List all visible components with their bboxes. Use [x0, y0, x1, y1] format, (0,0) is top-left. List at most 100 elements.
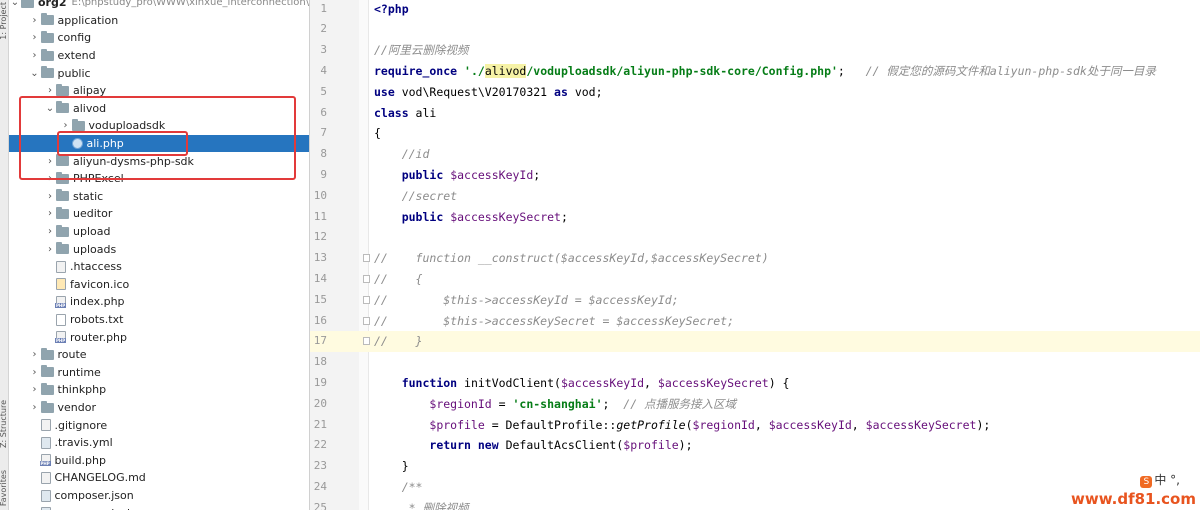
tree-folder-upload[interactable]: › upload [9, 223, 309, 241]
code-token: // $this->accessKeyId = $accessKeyId; [374, 292, 679, 307]
tree-file-favicon-ico[interactable]: favicon.ico [9, 276, 309, 294]
code-line[interactable]: /** [374, 477, 423, 498]
fold-marker-icon[interactable] [363, 316, 370, 325]
code-token: , [851, 417, 866, 432]
chevron-right-icon[interactable]: › [29, 367, 41, 378]
chevron-right-icon[interactable]: › [44, 244, 56, 255]
tree-item-label: .htaccess [70, 260, 122, 274]
tree-folder-voduploadsdk[interactable]: › voduploadsdk [9, 117, 309, 135]
watermark: www.df81.com [1071, 490, 1196, 508]
tree-folder-vendor[interactable]: › vendor [9, 399, 309, 417]
tree-file-index-php[interactable]: index.php [9, 293, 309, 311]
code-line[interactable]: public $accessKeySecret; [374, 207, 568, 228]
line-number: 11 [313, 209, 327, 223]
code-line[interactable]: // } [374, 331, 422, 352]
code-line[interactable]: } [374, 456, 409, 477]
tree-folder-public[interactable]: ⌄ public [9, 64, 309, 82]
tree-file-robots-txt[interactable]: robots.txt [9, 311, 309, 329]
tree-root[interactable]: ⌄ org2 E:\phpstudy_pro\WWW\xinxue_interc… [9, 0, 310, 12]
project-tool-tab[interactable]: 1: Project [0, 2, 8, 40]
fold-marker-icon[interactable] [363, 295, 370, 304]
tree-file-router-php[interactable]: router.php [9, 328, 309, 346]
code-line[interactable]: // function __construct($accessKeyId,$ac… [374, 248, 769, 269]
tree-folder-phpexcel[interactable]: › PHPExcel [9, 170, 309, 188]
chevron-down-icon[interactable]: ⌄ [44, 103, 56, 114]
fold-marker-icon[interactable] [363, 274, 370, 283]
chevron-right-icon[interactable]: › [44, 156, 56, 167]
chevron-right-icon[interactable]: › [44, 191, 56, 202]
structure-tool-tab[interactable]: Z: Structure [0, 400, 8, 448]
chevron-right-icon[interactable]: › [29, 349, 41, 360]
code-line[interactable]: public $accessKeyId; [374, 165, 541, 186]
fold-marker-icon[interactable] [363, 254, 370, 263]
line-number: 15 [313, 292, 327, 306]
code-line[interactable]: //阿里云删除视频 [374, 40, 468, 61]
chevron-right-icon[interactable]: › [60, 120, 72, 131]
tree-file-changelog-md[interactable]: CHANGELOG.md [9, 469, 309, 487]
tree-file-composer-json[interactable]: composer.json [9, 487, 309, 505]
file-icon [40, 471, 51, 484]
tree-folder-aliyun-dysms-php-sdk[interactable]: › aliyun-dysms-php-sdk [9, 152, 309, 170]
code-token: * 删除视频 [408, 500, 469, 510]
code-token: // $this->accessKeySecret = $accessKeySe… [374, 313, 735, 328]
code-token: ( [685, 417, 693, 432]
code-line[interactable]: $regionId = 'cn-shanghai'; // 点播服务接入区域 [374, 394, 736, 415]
tree-item-label: vendor [57, 401, 96, 415]
chevron-down-icon[interactable]: ⌄ [29, 68, 41, 79]
favorites-tool-tab[interactable]: Favorites [0, 470, 8, 506]
code-line[interactable]: //id [374, 144, 430, 165]
code-line[interactable]: // { [374, 269, 422, 290]
code-line[interactable]: $profile = DefaultProfile::getProfile($r… [374, 415, 990, 436]
tree-file--gitignore[interactable]: .gitignore [9, 416, 309, 434]
tree-file-composer-lock[interactable]: composer.lock [9, 504, 309, 510]
tree-folder-uploads[interactable]: › uploads [9, 240, 309, 258]
code-line[interactable]: // $this->accessKeySecret = $accessKeySe… [374, 311, 734, 332]
chevron-right-icon[interactable]: › [44, 85, 56, 96]
tree-file--travis-yml[interactable]: .travis.yml [9, 434, 309, 452]
tool-window-strip: 1: Project Z: Structure Favorites [0, 0, 9, 510]
tree-file-build-php[interactable]: build.php [9, 452, 309, 470]
chevron-right-icon[interactable]: › [29, 384, 41, 395]
tree-folder-runtime[interactable]: › runtime [9, 364, 309, 382]
line-number: 24 [313, 479, 327, 493]
code-line[interactable]: { [374, 123, 381, 144]
chevron-right-icon[interactable]: › [29, 50, 41, 61]
code-line[interactable]: function initVodClient($accessKeyId, $ac… [374, 373, 790, 394]
folder-icon [56, 189, 69, 202]
code-line[interactable]: require_once './alivod/voduploadsdk/aliy… [374, 61, 1156, 82]
chevron-down-icon[interactable]: ⌄ [9, 0, 21, 8]
code-line[interactable]: use vod\Request\V20170321 as vod; [374, 82, 603, 103]
chevron-right-icon[interactable]: › [44, 226, 56, 237]
code-line[interactable]: // $this->accessKeyId = $accessKeyId; [374, 290, 679, 311]
code-line[interactable]: * 删除视频 [374, 498, 469, 510]
tree-folder-alipay[interactable]: › alipay [9, 82, 309, 100]
tree-folder-ueditor[interactable]: › ueditor [9, 205, 309, 223]
tree-folder-application[interactable]: › application [9, 12, 309, 30]
fold-marker-icon[interactable] [363, 337, 370, 346]
code-token: $accessKeySecret [657, 375, 769, 390]
tree-file--htaccess[interactable]: .htaccess [9, 258, 309, 276]
tree-folder-route[interactable]: › route [9, 346, 309, 364]
ime-toolbar[interactable]: S中 °, [1140, 471, 1180, 488]
php-file-icon [55, 331, 67, 344]
chevron-right-icon[interactable]: › [44, 173, 56, 184]
chevron-right-icon[interactable]: › [29, 15, 41, 26]
code-line[interactable]: //secret [374, 186, 457, 207]
code-line[interactable]: <?php [374, 0, 409, 19]
tree-folder-thinkphp[interactable]: › thinkphp [9, 381, 309, 399]
chevron-right-icon[interactable]: › [44, 208, 56, 219]
code-line[interactable]: class ali [374, 103, 436, 124]
tree-folder-static[interactable]: › static [9, 188, 309, 206]
root-path: E:\phpstudy_pro\WWW\xinxue_interconnecti… [71, 0, 310, 9]
code-line[interactable]: return new DefaultAcsClient($profile); [374, 435, 692, 456]
tree-folder-config[interactable]: › config [9, 29, 309, 47]
tree-folder-alivod[interactable]: ⌄ alivod [9, 100, 309, 118]
chevron-right-icon[interactable]: › [29, 32, 41, 43]
chevron-right-icon[interactable]: › [29, 402, 41, 413]
tree-folder-extend[interactable]: › extend [9, 47, 309, 65]
tree-file-ali-php[interactable]: ali.php [9, 134, 309, 153]
